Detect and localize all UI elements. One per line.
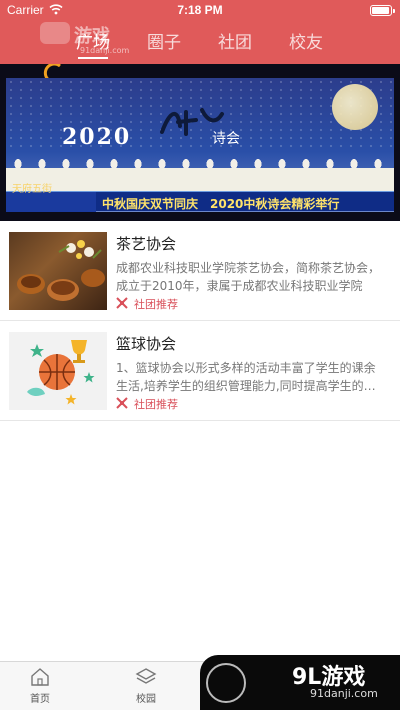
tabbar-label: 首页 <box>30 694 50 705</box>
tabbar-label: 校园 <box>136 694 156 705</box>
tab-label: 圈子 <box>147 33 181 53</box>
tab-square[interactable]: 广场 <box>76 28 110 59</box>
banner-poem: 诗会 <box>212 131 240 147</box>
club-description: 成都农业科技职业学院茶艺协会，简称茶艺协会，成立于2010年，隶属于成都农业科技… <box>116 261 381 293</box>
club-list: 茶艺协会 成都农业科技职业学院茶艺协会，简称茶艺协会，成立于2010年，隶属于成… <box>0 221 400 421</box>
list-item[interactable]: 篮球协会 1、篮球协会以形式多样的活动丰富了学生的课余生活,培养学生的组织管理能… <box>0 321 400 421</box>
club-recommend-icon <box>116 297 128 309</box>
home-icon <box>31 668 49 686</box>
recommend-label: 社团推荐 <box>134 298 178 311</box>
club-description: 1、篮球协会以形式多样的活动丰富了学生的课余生活,培养学生的组织管理能力,同时提… <box>116 361 376 393</box>
tab-clubs[interactable]: 社团 <box>218 28 252 53</box>
tabbar-campus[interactable]: 校园 <box>116 666 176 705</box>
tea-set-image <box>9 232 107 310</box>
watermark-circle-icon <box>206 663 246 703</box>
tab-alumni[interactable]: 校友 <box>289 28 323 53</box>
club-recommend-icon <box>116 397 128 409</box>
tab-circles[interactable]: 圈子 <box>147 28 181 53</box>
basketball-illustration <box>27 340 95 405</box>
top-tabs: 广场 圈子 社团 校友 <box>0 22 400 59</box>
basketball-trophy-image <box>9 332 107 410</box>
tab-active-indicator <box>78 57 108 59</box>
watermark-bottom: 9L游戏 91danji.com <box>200 655 400 710</box>
moon-image <box>332 84 378 130</box>
ticker-channel-label: 天府五街 <box>12 184 52 195</box>
banner-carousel[interactable]: 2020 诗会 天府五街 中秋国庆双节同庆 2020中秋诗会精彩举行 <box>0 64 400 221</box>
tab-label: 社团 <box>218 33 252 53</box>
watermark-url: 91danji.com <box>310 687 378 700</box>
header: Carrier 7:18 PM 游戏 91danji.com 广场 圈子 社团 … <box>0 0 400 64</box>
tab-label: 广场 <box>76 33 110 53</box>
club-title: 茶艺协会 <box>116 235 177 253</box>
tab-label: 校友 <box>289 33 323 53</box>
club-title: 篮球协会 <box>116 335 177 353</box>
layers-icon <box>135 668 157 684</box>
ticker-text: 中秋国庆双节同庆 2020中秋诗会精彩举行 <box>102 197 340 211</box>
battery-fill <box>372 7 389 14</box>
recommend-label: 社团推荐 <box>134 398 178 411</box>
tabbar-home[interactable]: 首页 <box>10 666 70 705</box>
news-ticker: 天府五街 中秋国庆双节同庆 2020中秋诗会精彩举行 <box>6 184 394 212</box>
list-item[interactable]: 茶艺协会 成都农业科技职业学院茶艺协会，简称茶艺协会，成立于2010年，隶属于成… <box>0 221 400 321</box>
ticker-channel: 天府五街 <box>6 184 96 212</box>
banner-year: 2020 <box>62 124 132 150</box>
status-time: 7:18 PM <box>177 3 223 17</box>
status-bar: Carrier 7:18 PM <box>0 0 400 20</box>
app-screen: Carrier 7:18 PM 游戏 91danji.com 广场 圈子 社团 … <box>0 0 400 710</box>
tea-set-illustration <box>17 240 105 301</box>
battery-icon <box>370 5 395 16</box>
